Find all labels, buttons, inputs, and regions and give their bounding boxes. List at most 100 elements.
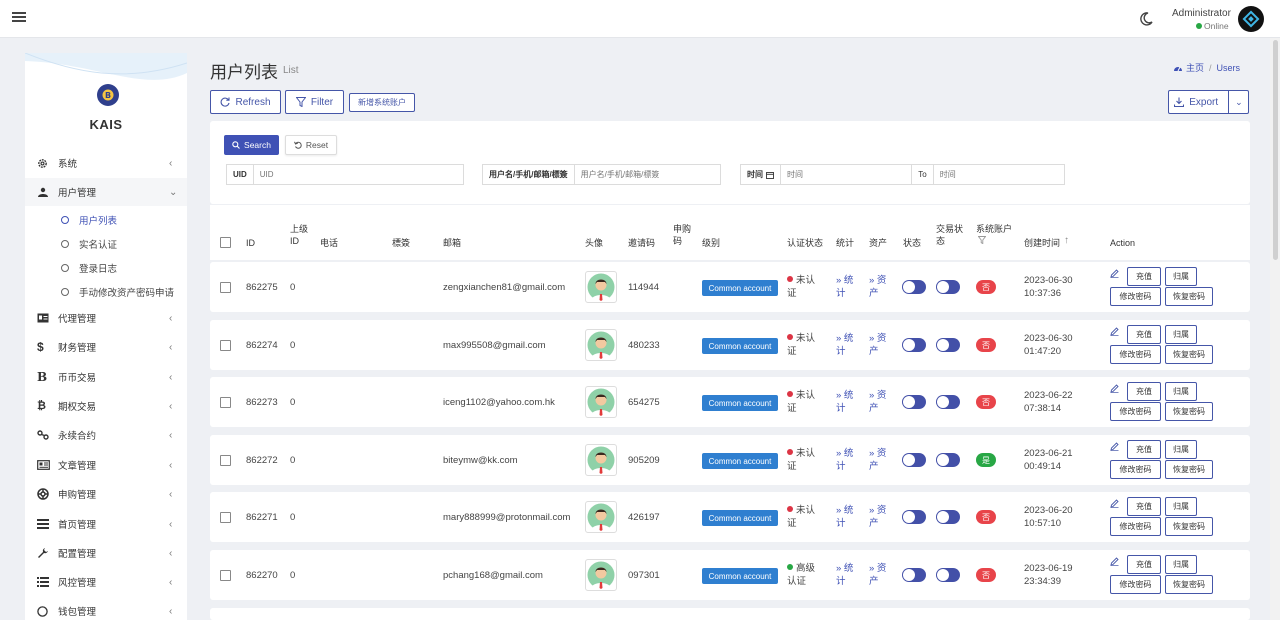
header-avatar[interactable]: 头像 [585,237,603,249]
assets-link[interactable]: » 资产 [869,332,895,358]
edit-icon[interactable] [1110,442,1120,452]
change-password-button[interactable]: 修改密码 [1110,287,1161,306]
recharge-button[interactable]: 充值 [1127,382,1161,401]
submenu-item-password-requests[interactable]: 手动修改资产密码申请 [61,285,174,299]
row-checkbox[interactable] [220,282,231,293]
user-avatar[interactable] [585,501,617,533]
header-status[interactable]: 状态 [903,237,921,249]
row-checkbox[interactable] [220,570,231,581]
new-system-account-button[interactable]: 新增系统账户 [349,93,415,112]
search-button[interactable]: Search [224,135,279,155]
edit-icon[interactable] [1110,327,1120,337]
trade-status-toggle[interactable] [936,395,960,409]
trade-status-toggle[interactable] [936,568,960,582]
stats-link[interactable]: » 统计 [836,562,862,588]
breadcrumb-home-link[interactable]: 主页 [1186,61,1204,74]
time-end-input[interactable] [933,165,1065,184]
recharge-button[interactable]: 充值 [1127,497,1161,516]
return-button[interactable]: 归属 [1165,555,1197,574]
stats-link[interactable]: » 统计 [836,504,862,530]
sidebar-item-perpetual[interactable]: 永续合约 ‹ [25,421,187,449]
header-invite-code[interactable]: 邀请码 [628,237,655,249]
stats-link[interactable]: » 统计 [836,389,862,415]
sort-arrow-up-icon[interactable]: ↑ [1064,235,1069,246]
status-toggle[interactable] [902,280,926,294]
assets-link[interactable]: » 资产 [869,447,895,473]
sidebar-item-articles[interactable]: 文章管理 ‹ [25,451,187,479]
change-password-button[interactable]: 修改密码 [1110,345,1161,364]
user-avatar[interactable] [585,386,617,418]
recharge-button[interactable]: 充值 [1127,325,1161,344]
row-checkbox[interactable] [220,512,231,523]
trade-status-toggle[interactable] [936,453,960,467]
header-system-account[interactable]: 系统账户 [976,223,1012,235]
user-avatar[interactable] [585,329,617,361]
reset-password-button[interactable]: 恢复密码 [1165,575,1213,594]
return-button[interactable]: 归属 [1165,382,1197,401]
filter-button[interactable]: Filter [285,90,344,114]
header-tag[interactable]: 標簽 [392,237,410,249]
status-toggle[interactable] [902,453,926,467]
submenu-item-real-name-auth[interactable]: 实名认证 [61,237,117,251]
reset-password-button[interactable]: 恢复密码 [1165,345,1213,364]
filter-icon[interactable] [978,236,986,244]
reset-password-button[interactable]: 恢复密码 [1165,402,1213,421]
row-checkbox[interactable] [220,340,231,351]
change-password-button[interactable]: 修改密码 [1110,517,1161,536]
return-button[interactable]: 归属 [1165,440,1197,459]
status-toggle[interactable] [902,338,926,352]
row-checkbox[interactable] [220,455,231,466]
header-parent-id[interactable]: 上级 ID [290,223,308,247]
edit-icon[interactable] [1110,557,1120,567]
edit-icon[interactable] [1110,499,1120,509]
trade-status-toggle[interactable] [936,280,960,294]
return-button[interactable]: 归属 [1165,325,1197,344]
reset-password-button[interactable]: 恢复密码 [1165,460,1213,479]
sidebar-item-risk[interactable]: 风控管理 ‹ [25,568,187,596]
sidebar-item-config[interactable]: 配置管理 ‹ [25,539,187,567]
user-avatar[interactable] [585,444,617,476]
trade-status-toggle[interactable] [936,338,960,352]
header-phone[interactable]: 电话 [320,237,338,249]
export-button[interactable]: Export ⌄ [1168,90,1249,114]
change-password-button[interactable]: 修改密码 [1110,460,1161,479]
assets-link[interactable]: » 资产 [869,274,895,300]
return-button[interactable]: 归属 [1165,497,1197,516]
submenu-item-user-list[interactable]: 用户列表 [61,213,117,227]
uid-filter-input[interactable] [253,165,463,184]
submenu-item-login-log[interactable]: 登录日志 [61,261,117,275]
reset-password-button[interactable]: 恢复密码 [1165,517,1213,536]
admin-name[interactable]: Administrator [1172,8,1231,19]
sidebar-item-options-trading[interactable]: ₿ 期权交易 ‹ [25,392,187,420]
recharge-button[interactable]: 充值 [1127,267,1161,286]
edit-icon[interactable] [1110,269,1120,279]
sidebar-item-finance[interactable]: $ 财务管理 ‹ [25,333,187,361]
header-created-time[interactable]: 创建时间 [1024,237,1060,249]
sidebar-item-homepage[interactable]: 首页管理 ‹ [25,510,187,538]
edit-icon[interactable] [1110,384,1120,394]
sidebar-item-user-management[interactable]: 用户管理 ⌄ [25,178,187,206]
admin-avatar[interactable] [1238,6,1264,32]
user-avatar[interactable] [585,559,617,591]
sidebar-item-subscription[interactable]: 申购管理 ‹ [25,480,187,508]
stats-link[interactable]: » 统计 [836,332,862,358]
refresh-button[interactable]: Refresh [210,90,281,114]
user-filter-input[interactable] [574,165,720,184]
recharge-button[interactable]: 充值 [1127,440,1161,459]
select-all-checkbox[interactable] [220,237,231,248]
trade-status-toggle[interactable] [936,510,960,524]
time-start-input[interactable] [781,165,912,184]
dark-mode-icon[interactable] [1138,11,1154,27]
header-email[interactable]: 邮箱 [443,237,461,249]
assets-link[interactable]: » 资产 [869,504,895,530]
reset-button[interactable]: Reset [285,135,337,155]
return-button[interactable]: 归属 [1165,267,1197,286]
header-trade-status[interactable]: 交易状 态 [936,223,964,247]
sidebar-item-agent-management[interactable]: 代理管理 ‹ [25,304,187,332]
header-stats[interactable]: 统计 [836,237,854,249]
assets-link[interactable]: » 资产 [869,389,895,415]
header-subscribe-code[interactable]: 申购 码 [673,223,691,247]
status-toggle[interactable] [902,395,926,409]
change-password-button[interactable]: 修改密码 [1110,575,1161,594]
status-toggle[interactable] [902,510,926,524]
